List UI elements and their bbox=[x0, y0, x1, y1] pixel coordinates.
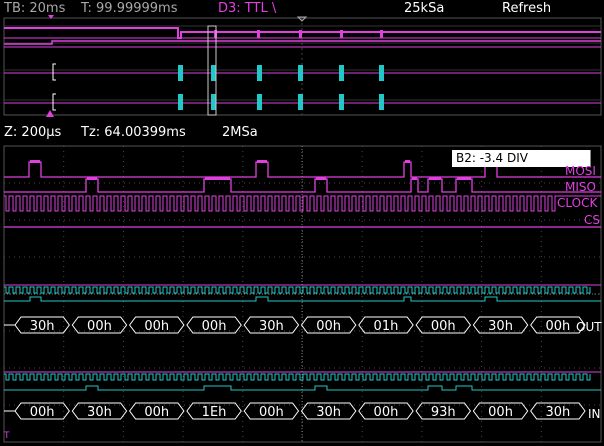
bus2-value: 00h bbox=[259, 405, 284, 420]
mosi-trace-highlight bbox=[405, 160, 410, 163]
overview-bus2-packet bbox=[379, 94, 384, 110]
overview-bus2-packet bbox=[211, 94, 216, 110]
bus1-value: 00h bbox=[144, 319, 169, 334]
bus-label-out: OUT bbox=[576, 320, 602, 334]
overview-burst bbox=[257, 30, 260, 38]
overview-bus1-packet bbox=[298, 65, 303, 81]
overview-bus1-packet bbox=[339, 65, 344, 81]
bus2-value: 00h bbox=[144, 405, 169, 420]
mosi-trace-highlight bbox=[30, 160, 40, 163]
bus2-value: 1Eh bbox=[202, 405, 227, 420]
refresh-button[interactable]: Refresh bbox=[502, 1, 551, 16]
bus1-value: 01h bbox=[374, 319, 399, 334]
trigger-source-readout[interactable]: D3: TTL \ bbox=[218, 1, 276, 16]
trigger-marker-label: T bbox=[4, 431, 10, 441]
zoom-timebase-readout[interactable]: Z: 200µs bbox=[4, 125, 61, 140]
overview-bus1-packet bbox=[178, 65, 183, 81]
channel-label-mosi: MOSI bbox=[565, 164, 596, 178]
bus1-value: 30h bbox=[488, 319, 513, 334]
overview-bus2-packet bbox=[298, 94, 303, 110]
scope-display: 30h 00h 00h 00h 30h 00h 01h 00h 30h 00h 00h 30h 00h 1… bbox=[3, 15, 602, 443]
miso-trace-highlight bbox=[316, 177, 326, 180]
zoom-sample-rate-readout: 2MSa bbox=[222, 125, 258, 140]
overview-burst bbox=[340, 30, 343, 38]
miso-trace-highlight bbox=[412, 177, 417, 180]
miso-trace-highlight bbox=[457, 177, 471, 180]
bus2-value: 30h bbox=[87, 405, 112, 420]
bus1-value: 00h bbox=[545, 319, 570, 334]
miso-trace-highlight bbox=[87, 177, 97, 180]
bus1-value: 30h bbox=[30, 319, 55, 334]
channel-label-clock: CLOCK bbox=[557, 196, 598, 210]
main-grid bbox=[3, 145, 602, 443]
overview-bus2-packet bbox=[257, 94, 262, 110]
overview-burst bbox=[380, 30, 383, 38]
mosi-trace-highlight bbox=[257, 160, 267, 163]
bus1-value: 00h bbox=[202, 319, 227, 334]
miso-trace-highlight bbox=[205, 177, 230, 180]
channel-label-miso: MISO bbox=[565, 180, 596, 194]
bus2-value: 30h bbox=[316, 405, 341, 420]
bus1-value: 00h bbox=[316, 319, 341, 334]
bus1-value: 30h bbox=[259, 319, 284, 334]
bus2-value: 30h bbox=[545, 405, 570, 420]
sample-rate-readout: 25kSa bbox=[404, 1, 445, 16]
bus1-value: 00h bbox=[431, 319, 456, 334]
bus-label-in: IN bbox=[588, 407, 601, 421]
trigger-time-readout[interactable]: T: 99.99999ms bbox=[81, 1, 178, 16]
timebase-readout[interactable]: TB: 20ms bbox=[4, 1, 65, 16]
overview-bus1-packet bbox=[211, 65, 216, 81]
bus2-value: 00h bbox=[30, 405, 55, 420]
overview-burst bbox=[299, 30, 302, 38]
overview-bus2-packet bbox=[178, 94, 183, 110]
channel-label-cs: CS bbox=[584, 213, 600, 227]
overview-bus1-packet bbox=[379, 65, 384, 81]
zoom-time-readout[interactable]: Tz: 64.00399ms bbox=[81, 125, 186, 140]
bus1-value: 00h bbox=[87, 319, 112, 334]
overview-bus2-packet bbox=[339, 94, 344, 110]
miso-trace-highlight bbox=[429, 177, 441, 180]
bus2-value: 93h bbox=[431, 405, 456, 420]
bus2-value: 00h bbox=[374, 405, 399, 420]
overview-bus1-packet bbox=[257, 65, 262, 81]
bus2-value: 00h bbox=[488, 405, 513, 420]
